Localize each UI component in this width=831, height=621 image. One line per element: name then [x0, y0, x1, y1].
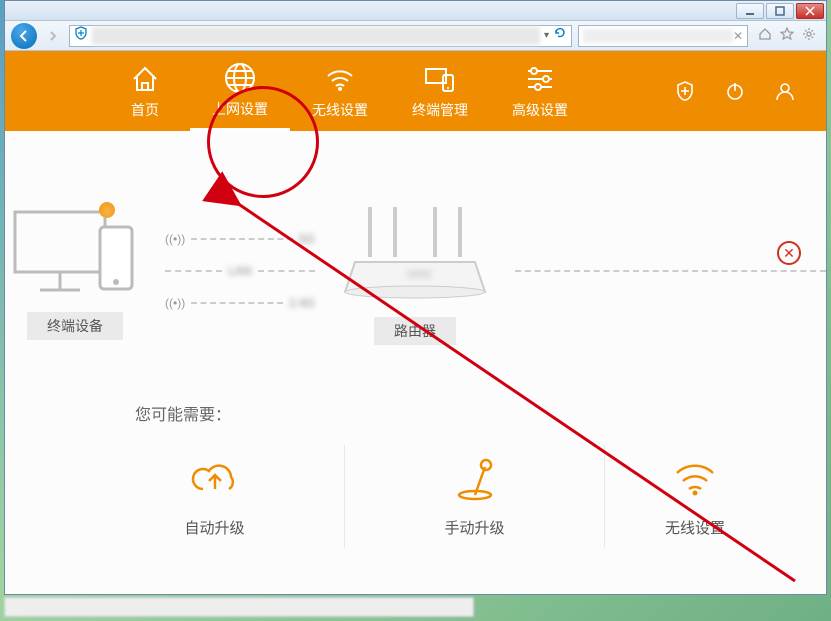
suggestions-title: 您可能需要：: [135, 401, 826, 425]
window-close-button[interactable]: [796, 3, 824, 19]
refresh-button[interactable]: [553, 26, 567, 45]
browser-statusbar: [4, 597, 474, 617]
page-body: 2 终端设备 ((•)) 5G LAN: [5, 131, 826, 594]
search-text: [583, 29, 733, 43]
nav-home-label: 首页: [131, 100, 159, 120]
router-label: 路由器: [374, 317, 456, 345]
nav-internet-label: 上网设置: [212, 99, 268, 119]
nav-wireless-settings[interactable]: 无线设置: [290, 51, 390, 131]
connection-lines: ((•)) 5G LAN ((•)) 2.4G: [165, 232, 315, 310]
nav-wireless-label: 无线设置: [312, 100, 368, 120]
browser-window: ▾ ✕ 首页: [4, 0, 827, 595]
nav-internet-settings[interactable]: 上网设置: [190, 51, 290, 131]
browser-toolbar: ▾ ✕: [5, 21, 826, 51]
lever-icon: [451, 455, 499, 503]
security-shield-icon: [74, 26, 88, 45]
nav-terminal-label: 终端管理: [412, 100, 468, 120]
home-icon: [129, 62, 161, 96]
device-label: 终端设备: [27, 312, 123, 340]
nav-right-icons: [674, 51, 826, 131]
forward-button[interactable]: [43, 26, 63, 46]
window-minimize-button[interactable]: [736, 3, 764, 19]
power-icon[interactable]: [724, 80, 746, 102]
nav-terminal-management[interactable]: 终端管理: [390, 51, 490, 131]
user-icon[interactable]: [774, 80, 796, 102]
suggestion-cards: 自动升级 手动升级 无线设置: [5, 445, 826, 548]
address-text: [92, 27, 540, 45]
wifi-icon: [671, 455, 719, 503]
client-devices: 2 终端设备: [5, 202, 145, 340]
band-24g-label: 2.4G: [289, 296, 315, 310]
wifi-signal-icon: ((•)): [165, 296, 185, 310]
nav-home[interactable]: 首页: [100, 51, 190, 131]
toolbar-icons: [754, 27, 820, 44]
home-icon[interactable]: [758, 27, 772, 44]
connection-error-icon: ✕: [777, 241, 801, 265]
page-content: 首页 上网设置 无线设置 终端管理: [5, 51, 826, 594]
globe-icon: [223, 61, 257, 95]
main-nav: 首页 上网设置 无线设置 终端管理: [5, 51, 826, 131]
nav-advanced-settings[interactable]: 高级设置: [490, 51, 590, 131]
card-wifi-settings[interactable]: 无线设置: [605, 445, 785, 548]
svg-text:2: 2: [104, 206, 110, 218]
network-topology: 2 终端设备 ((•)) 5G LAN: [5, 171, 826, 371]
card-label: 自动升级: [184, 517, 244, 538]
window-maximize-button[interactable]: [766, 3, 794, 19]
cloud-upload-icon: [189, 455, 241, 503]
wifi-icon: [324, 62, 356, 96]
sliders-icon: [524, 62, 556, 96]
settings-icon[interactable]: [802, 27, 816, 44]
band-5g-label: 5G: [299, 232, 315, 246]
nav-advanced-label: 高级设置: [512, 100, 568, 120]
window-titlebar: [5, 1, 826, 21]
card-label: 手动升级: [444, 517, 504, 538]
shield-icon[interactable]: [674, 80, 696, 102]
card-label: 无线设置: [665, 517, 725, 538]
router-device: 路由器: [335, 197, 495, 345]
address-dropdown-icon[interactable]: ▾: [544, 30, 549, 41]
favorites-icon[interactable]: [780, 27, 794, 44]
card-auto-upgrade[interactable]: 自动升级: [85, 445, 345, 548]
lan-label: LAN: [228, 264, 251, 278]
card-manual-upgrade[interactable]: 手动升级: [345, 445, 605, 548]
wifi-signal-icon: ((•)): [165, 232, 185, 246]
monitor-phone-icon: 2: [5, 202, 145, 302]
devices-icon: [423, 62, 457, 96]
back-button[interactable]: [11, 23, 37, 49]
address-bar[interactable]: ▾: [69, 25, 572, 47]
router-icon: [335, 197, 495, 307]
search-clear-icon[interactable]: ✕: [733, 29, 743, 43]
wan-connection-line: [515, 270, 826, 272]
search-bar[interactable]: ✕: [578, 25, 748, 47]
